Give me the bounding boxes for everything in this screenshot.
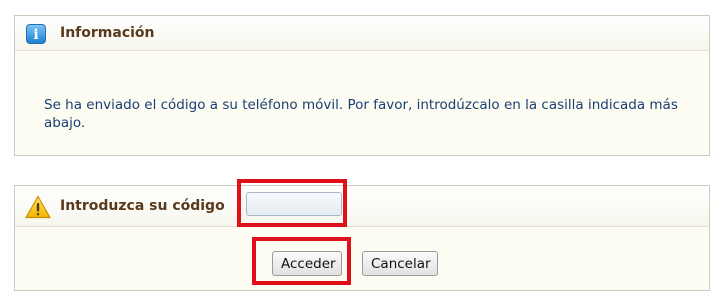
info-icon: i bbox=[26, 24, 46, 44]
code-input[interactable] bbox=[246, 192, 342, 216]
cancelar-button[interactable]: Cancelar bbox=[362, 251, 438, 276]
code-panel: Introduzca su código Acceder Cancelar bbox=[14, 185, 710, 291]
code-panel-title: Introduzca su código bbox=[60, 198, 225, 214]
acceder-button[interactable]: Acceder bbox=[272, 251, 342, 276]
info-panel: i Información Se ha enviado el código a … bbox=[14, 15, 710, 156]
info-message: Se ha enviado el código a su teléfono mó… bbox=[44, 97, 678, 131]
info-panel-title: Información bbox=[60, 25, 155, 41]
warning-icon bbox=[25, 195, 51, 219]
code-panel-header: Introduzca su código bbox=[15, 186, 709, 227]
info-panel-header: i Información bbox=[15, 16, 709, 51]
